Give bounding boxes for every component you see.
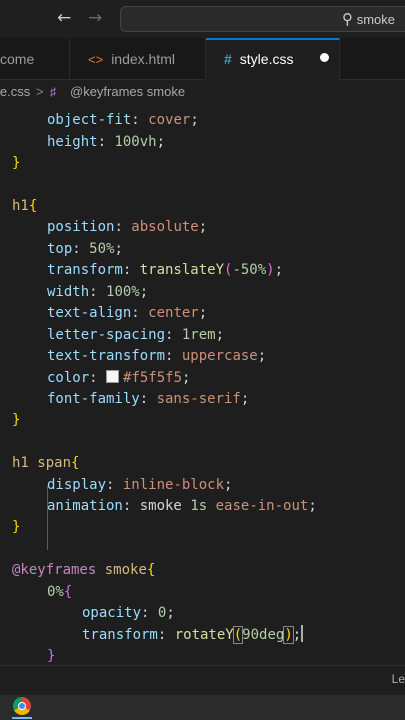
command-center-search[interactable]: ⚲ smoke	[120, 6, 405, 32]
search-icon: ⚲	[342, 10, 353, 28]
code-line: animation: smoke 1s ease-in-out;	[47, 498, 317, 514]
code-line: display: inline-block;	[47, 477, 233, 493]
chrome-browser-icon[interactable]	[13, 697, 31, 715]
breadcrumb-file[interactable]: le.css	[0, 81, 30, 103]
panel-strip: Le	[0, 665, 405, 695]
title-bar: ← → ⚲ smoke	[0, 0, 405, 38]
breadcrumb-symbol[interactable]: @keyframes smoke	[70, 81, 185, 103]
search-text: smoke	[356, 12, 395, 27]
code-line: font-family: sans-serif;	[47, 391, 250, 407]
tab-label: come	[0, 51, 35, 67]
panel-text: Le	[391, 672, 405, 686]
color-swatch[interactable]	[106, 370, 120, 383]
code-line: letter-spacing: 1rem;	[47, 327, 225, 343]
forward-arrow-icon[interactable]: →	[88, 8, 102, 28]
code-line: width: 100%;	[47, 284, 149, 300]
code-line: }	[12, 412, 21, 428]
code-line: top: 50%;	[47, 241, 123, 257]
os-taskbar	[0, 695, 405, 720]
code-line: }	[12, 155, 21, 171]
code-line: opacity: 0;	[82, 605, 175, 621]
text-cursor	[301, 625, 303, 642]
code-line: height: 100vh;	[47, 134, 166, 150]
code-line: position: absolute;	[47, 219, 208, 235]
indent-guide	[47, 486, 48, 550]
breadcrumb-separator: >	[36, 84, 44, 99]
code-line: object-fit: cover;	[47, 112, 199, 128]
symbol-keyframes-icon: ♯	[50, 85, 56, 99]
code-line: @keyframes smoke{	[12, 562, 156, 578]
code-line: text-align: center;	[47, 305, 208, 321]
code-line: 0%{	[47, 584, 73, 600]
tab-index-html[interactable]: <> index.html	[70, 38, 206, 80]
tab-label: style.css	[239, 51, 294, 67]
code-line: }	[12, 519, 21, 535]
active-app-indicator	[12, 717, 32, 719]
code-line: }	[47, 648, 56, 664]
tab-label: index.html	[111, 51, 175, 67]
breadcrumb: le.css > ♯ @keyframes smoke	[0, 81, 405, 103]
code-line: transform: translateY(-50%);	[47, 262, 284, 278]
code-line: text-transform: uppercase;	[47, 348, 267, 364]
tab-welcome[interactable]: come	[0, 38, 70, 80]
code-editor[interactable]: object-fit: cover; height: 100vh; } h1{ …	[0, 103, 405, 665]
code-line: h1{	[12, 198, 38, 214]
code-line: color: #f5f5f5;	[47, 370, 191, 386]
html-file-icon: <>	[88, 52, 104, 67]
back-arrow-icon[interactable]: ←	[57, 8, 71, 28]
code-line: h1 span{	[12, 455, 80, 471]
editor-tab-bar: come <> index.html # style.css	[0, 38, 405, 80]
css-file-icon: #	[224, 51, 232, 67]
unsaved-changes-dot-icon[interactable]	[320, 53, 329, 62]
code-line: transform: rotateY(90deg);	[82, 626, 302, 644]
